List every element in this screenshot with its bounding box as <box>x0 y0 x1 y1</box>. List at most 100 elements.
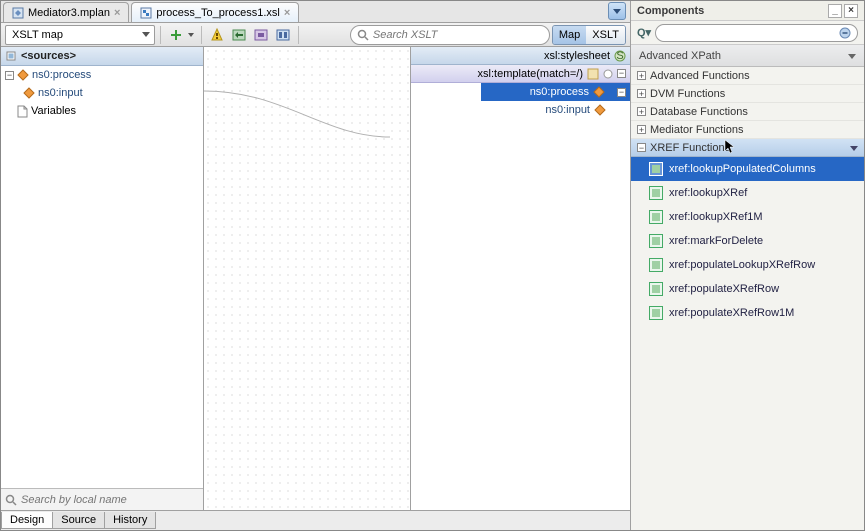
section-label: Advanced XPath <box>639 50 721 62</box>
tool-btn-2[interactable] <box>229 25 249 45</box>
search-icon <box>357 29 369 41</box>
node-label: ns0:process <box>32 69 91 81</box>
tree-row[interactable]: − ns0:process <box>1 66 203 84</box>
function-item[interactable]: xref:markForDelete <box>631 229 864 253</box>
collapse-icon[interactable]: − <box>637 143 646 152</box>
expand-icon[interactable]: + <box>637 71 646 80</box>
target-row[interactable]: xsl:template(match=/) − <box>411 65 630 83</box>
chevron-down-icon <box>848 52 856 60</box>
doc-icon <box>17 105 28 118</box>
chevron-down-icon <box>850 144 858 152</box>
function-icon <box>649 234 663 248</box>
targets-panel: xsl:stylesheet S xsl:template(match=/) −… <box>410 47 630 510</box>
template-icon <box>587 68 599 80</box>
svg-text:S: S <box>616 50 623 62</box>
search-label-icon: Q▾ <box>637 26 651 39</box>
close-icon[interactable]: × <box>284 7 290 19</box>
node-label: xsl:stylesheet <box>544 50 610 62</box>
sources-search[interactable] <box>1 488 203 510</box>
view-mode-combo[interactable]: XSLT map <box>5 25 155 45</box>
tab-source[interactable]: Source <box>52 512 105 529</box>
function-label: xref:markForDelete <box>669 235 763 247</box>
panel-icon <box>5 50 17 62</box>
expander-icon[interactable]: − <box>5 71 14 80</box>
function-item[interactable]: xref:populateXRefRow <box>631 277 864 301</box>
function-icon <box>649 306 663 320</box>
expand-icon[interactable]: + <box>637 125 646 134</box>
tree-row[interactable]: ns0:input <box>1 84 203 102</box>
sources-panel: <sources> − ns0:process ns0:input <box>1 47 204 510</box>
tool-btn-3[interactable] <box>251 25 271 45</box>
search-input[interactable] <box>21 494 199 506</box>
function-item[interactable]: xref:lookupXRef <box>631 181 864 205</box>
node-label: ns0:input <box>38 87 83 99</box>
target-row[interactable]: ns0:process − <box>411 83 630 101</box>
category-mediator-functions[interactable]: + Mediator Functions <box>631 121 864 139</box>
element-icon <box>593 86 605 98</box>
tab-history[interactable]: History <box>104 512 156 529</box>
tool-btn-4[interactable] <box>273 25 293 45</box>
category-label: Mediator Functions <box>650 124 744 136</box>
search-input[interactable] <box>373 29 543 41</box>
add-button[interactable] <box>166 25 186 45</box>
category-label: Database Functions <box>650 106 748 118</box>
components-search[interactable] <box>655 24 858 42</box>
components-header: Components _ × <box>631 1 864 21</box>
function-label: xref:populateLookupXRefRow <box>669 259 815 271</box>
validate-button[interactable] <box>207 25 227 45</box>
category-advanced-functions[interactable]: + Advanced Functions <box>631 67 864 85</box>
minimize-icon[interactable]: _ <box>828 4 842 18</box>
category-database-functions[interactable]: + Database Functions <box>631 103 864 121</box>
function-icon <box>649 186 663 200</box>
element-icon <box>17 69 29 81</box>
plus-icon <box>169 28 183 42</box>
close-icon[interactable]: × <box>114 7 120 19</box>
file-icon <box>140 7 152 19</box>
function-item[interactable]: xref:lookupPopulatedColumns <box>631 157 864 181</box>
close-icon[interactable]: × <box>844 4 858 18</box>
tab-process-xsl[interactable]: process_To_process1.xsl × <box>131 2 299 22</box>
expand-icon[interactable]: + <box>637 89 646 98</box>
tab-list-dropdown[interactable] <box>608 2 626 20</box>
search-icon <box>5 494 17 506</box>
editor-bottom-tabs: Design Source History <box>1 510 630 530</box>
node-label: Variables <box>31 105 76 117</box>
function-icon <box>649 258 663 272</box>
element-icon <box>23 87 35 99</box>
view-toggle-group: Map XSLT <box>552 25 626 45</box>
clear-icon[interactable] <box>839 27 851 39</box>
sources-tree[interactable]: − ns0:process ns0:input Variables <box>1 66 203 488</box>
category-label: Advanced Functions <box>650 70 750 82</box>
toggle-xslt[interactable]: XSLT <box>586 26 625 44</box>
expander-icon[interactable]: − <box>617 88 626 97</box>
editor-tabs: Mediator3.mplan × process_To_process1.xs… <box>1 1 630 23</box>
function-label: xref:populateXRefRow <box>669 283 779 295</box>
chevron-down-icon <box>142 32 150 37</box>
function-icon <box>649 210 663 224</box>
tab-mediator3[interactable]: Mediator3.mplan × <box>3 2 129 22</box>
category-dvm-functions[interactable]: + DVM Functions <box>631 85 864 103</box>
tab-design[interactable]: Design <box>1 512 53 529</box>
function-item[interactable]: xref:lookupXRef1M <box>631 205 864 229</box>
mapping-canvas[interactable] <box>204 47 410 510</box>
add-dropdown[interactable] <box>188 32 196 38</box>
function-item[interactable]: xref:populateLookupXRefRow <box>631 253 864 277</box>
section-advanced-xpath[interactable]: Advanced XPath <box>631 45 864 67</box>
file-icon <box>12 7 24 19</box>
toggle-map[interactable]: Map <box>553 26 586 44</box>
expander-icon[interactable]: − <box>617 69 626 78</box>
function-label: xref:lookupXRef1M <box>669 211 763 223</box>
category-label: DVM Functions <box>650 88 725 100</box>
search-xslt[interactable] <box>350 25 550 45</box>
tree-row[interactable]: Variables <box>1 102 203 120</box>
pane-title: Components <box>637 5 704 17</box>
components-pane: Components _ × Q▾ Advanced XPath + Advan… <box>631 1 864 530</box>
tab-label: process_To_process1.xsl <box>156 7 280 19</box>
target-row[interactable]: ns0:input <box>411 101 630 119</box>
expand-icon[interactable]: + <box>637 107 646 116</box>
node-label: ns0:process <box>530 86 589 98</box>
category-xref-functions[interactable]: − XREF Functions <box>631 139 864 157</box>
function-item[interactable]: xref:populateXRefRow1M <box>631 301 864 325</box>
combo-label: XSLT map <box>12 29 63 41</box>
function-icon <box>649 162 663 176</box>
